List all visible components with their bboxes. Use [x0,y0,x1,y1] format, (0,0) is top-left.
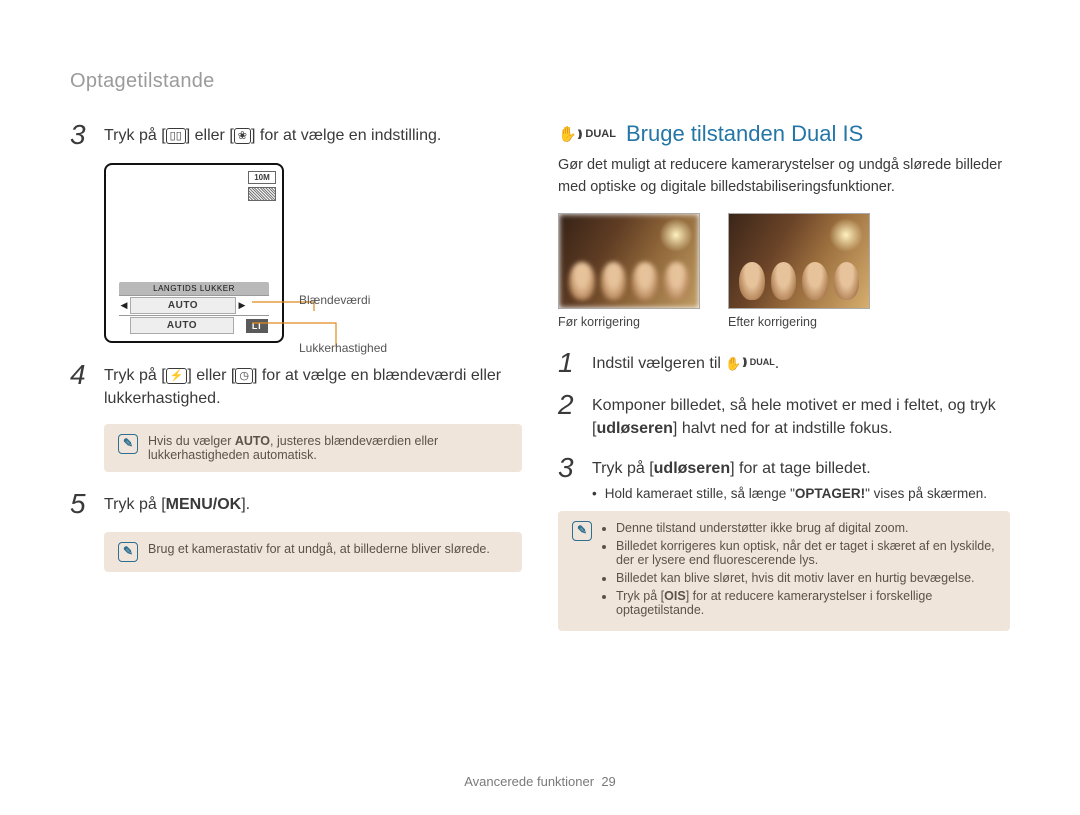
left-arrow-icon: ◀ [119,300,129,311]
text-bold: OIS [664,589,686,603]
step-3-right: 3 Tryk på [udløseren] for at tage billed… [558,454,1010,482]
lcd-diagram: 10M LANGTIDS LUKKER ◀ AUTO ▶ [104,163,384,343]
footer-page-number: 29 [601,774,615,789]
note-icon: ✎ [572,521,592,541]
footer-label: Avancerede funktioner [464,774,594,789]
mode-label: LANGTIDS LUKKER [119,282,269,295]
text: Tryk på [ [616,589,664,603]
text-bold: MENU/OK [166,496,242,513]
text: ]. [241,496,250,513]
right-column: ✋)) DUAL Bruge tilstanden Dual IS Gør de… [558,121,1010,649]
dual-is-icon: ✋)) DUAL [558,127,616,142]
text-bold: AUTO [235,434,270,448]
step-number: 1 [558,349,582,377]
note-text: Hvis du vælger AUTO, justeres blændeværd… [148,434,508,462]
text: Tryk på [ [592,460,654,477]
caption-after: Efter korrigering [728,315,868,329]
text: Indstil vælgeren til [592,355,725,372]
step-4-left: 4 Tryk på [⚡] eller [◷] for at vælge en … [70,361,522,410]
resolution-badge: 10M [248,171,276,184]
note-item: Tryk på [OIS] for at reducere kameraryst… [616,589,996,617]
text: ] for at tage billedet. [730,460,871,477]
aperture-value: AUTO [130,297,236,314]
section-intro: Gør det muligt at reducere kamerarystels… [558,155,1010,199]
step-text: Indstil vælgeren til ✋)) DUAL. [592,349,779,377]
section-title: ✋)) DUAL Bruge tilstanden Dual IS [558,121,1010,147]
text-bold: OPTAGER! [795,486,865,501]
step-number: 4 [70,361,94,410]
text: Hold kameraet stille, så længe " [605,486,795,501]
thumb-before [558,213,700,309]
right-arrow-icon: ▶ [237,300,247,311]
timer-icon: ◷ [235,368,253,384]
page-footer: Avancerede funktioner 29 [0,774,1080,789]
thumb-after [728,213,870,309]
left-column: 3 Tryk på [▯▯] eller [❀] for at vælge en… [70,121,522,649]
text: ] halvt ned for at indstille fokus. [673,420,893,437]
note-item: Billedet korrigeres kun optisk, når det … [616,539,996,567]
text: Hvis du vælger [148,434,235,448]
text: Tryk på [ [104,127,166,144]
text-bold: udløseren [654,460,730,477]
step-text: Tryk på [▯▯] eller [❀] for at vælge en i… [104,121,441,149]
title-text: Bruge tilstanden Dual IS [626,121,863,147]
callout-shutter: Lukkerhastighed [299,341,387,355]
page-section-header: Optagetilstande [70,70,1010,93]
step-3-sub: Hold kameraet stille, så længe "OPTAGER!… [592,486,1010,501]
step-2-right: 2 Komponer billedet, så hele motivet er … [558,391,1010,440]
step-text: Tryk på [udløseren] for at tage billedet… [592,454,871,482]
note-tripod: ✎ Brug et kamerastativ for at undgå, at … [104,532,522,572]
text: ] eller [ [187,367,235,384]
step-number: 2 [558,391,582,440]
text: ] for at vælge en indstilling. [251,127,441,144]
text-bold: udløseren [596,420,672,437]
lt-badge: LT [246,319,268,333]
sample-images: Før korrigering Efter korrigering [558,213,1010,329]
note-item: Denne tilstand understøtter ikke brug af… [616,521,996,535]
quality-badge [248,187,276,201]
step-number: 5 [70,490,94,518]
display-icon: ▯▯ [166,128,186,144]
dual-text: DUAL [750,356,775,369]
step-text: Komponer billedet, så hele motivet er me… [592,391,1010,440]
caption-before: Før korrigering [558,315,698,329]
dual-is-icon: ✋)) DUAL [725,356,774,371]
step-1-right: 1 Indstil vælgeren til ✋)) DUAL. [558,349,1010,377]
text: Tryk på [ [104,367,166,384]
step-text: Tryk på [MENU/OK]. [104,490,250,518]
step-text: Tryk på [⚡] eller [◷] for at vælge en bl… [104,361,522,410]
macro-icon: ❀ [234,128,251,144]
text: Tryk på [ [104,496,166,513]
note-icon: ✎ [118,542,138,562]
flash-icon: ⚡ [166,368,188,384]
step-number: 3 [558,454,582,482]
step-5-left: 5 Tryk på [MENU/OK]. [70,490,522,518]
callout-aperture: Blændeværdi [299,293,370,307]
step-3-left: 3 Tryk på [▯▯] eller [❀] for at vælge en… [70,121,522,149]
note-dualis: ✎ Denne tilstand understøtter ikke brug … [558,511,1010,631]
dual-text: DUAL [585,128,616,140]
note-text: Brug et kamerastativ for at undgå, at bi… [148,542,490,556]
sample-after: Efter korrigering [728,213,868,329]
note-item: Billedet kan blive sløret, hvis dit moti… [616,571,996,585]
shutter-value: AUTO [130,317,234,334]
step-number: 3 [70,121,94,149]
note-list: Denne tilstand understøtter ikke brug af… [602,521,996,621]
note-auto: ✎ Hvis du vælger AUTO, justeres blændevæ… [104,424,522,472]
note-icon: ✎ [118,434,138,454]
sample-before: Før korrigering [558,213,698,329]
text: " vises på skærmen. [865,486,987,501]
text: ] eller [ [186,127,234,144]
lcd-screen: 10M LANGTIDS LUKKER ◀ AUTO ▶ [104,163,284,343]
